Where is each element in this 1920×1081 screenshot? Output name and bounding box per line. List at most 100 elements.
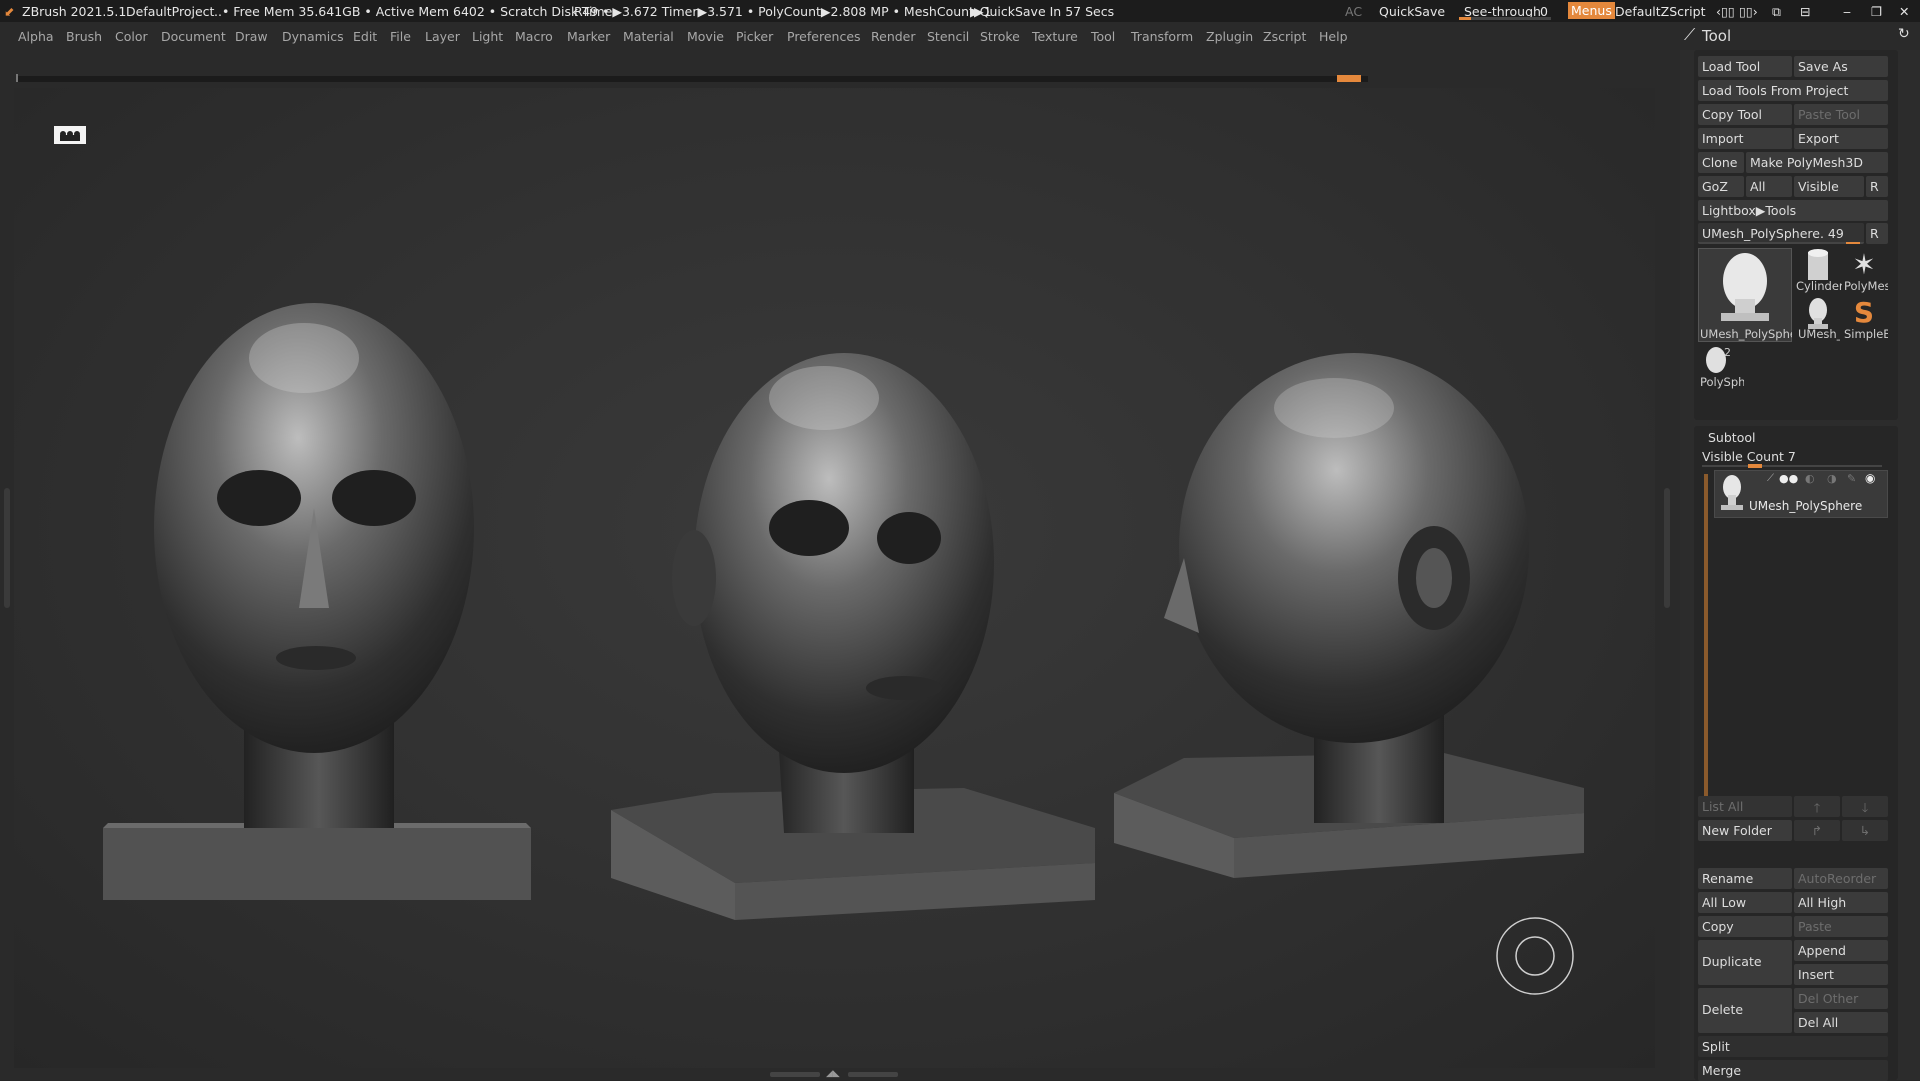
menu-movie[interactable]: Movie [687, 29, 724, 44]
minimize-icon[interactable]: ‒ [1843, 4, 1851, 19]
subtool-polypaint-icon[interactable]: ◑ [1827, 472, 1837, 485]
import-button[interactable]: Import [1698, 128, 1792, 149]
star-icon: ✶ [1852, 248, 1876, 281]
menu-document[interactable]: Document [161, 29, 226, 44]
script-name[interactable]: DefaultZScript [1615, 4, 1706, 19]
split-section[interactable]: Split [1698, 1036, 1888, 1057]
menu-color[interactable]: Color [115, 29, 148, 44]
subtool-scrollbar[interactable] [1704, 474, 1708, 804]
paste-tool-button[interactable]: Paste Tool [1794, 104, 1888, 125]
timeline-track[interactable] [16, 76, 1368, 82]
interface-icon[interactable]: ⊟ [1800, 4, 1810, 19]
load-tools-from-project-button[interactable]: Load Tools From Project [1698, 80, 1888, 101]
menu-macro[interactable]: Macro [515, 29, 553, 44]
menu-preferences[interactable]: Preferences [787, 29, 861, 44]
subtool-pen-icon[interactable]: ✎ [1847, 472, 1856, 485]
merge-section[interactable]: Merge [1698, 1060, 1888, 1081]
del-other-button[interactable]: Del Other [1794, 988, 1888, 1009]
load-tool-button[interactable]: Load Tool [1698, 56, 1792, 77]
menu-picker[interactable]: Picker [736, 29, 773, 44]
folder-up-icon[interactable]: ↱ [1794, 820, 1840, 841]
menu-draw[interactable]: Draw [235, 29, 268, 44]
clone-button[interactable]: Clone [1698, 152, 1744, 173]
polymesh-label: PolyMes [1844, 279, 1888, 293]
rotate-gizmo-icon[interactable] [1496, 917, 1574, 995]
move-up-icon[interactable]: 🡑 [1794, 796, 1840, 817]
rename-button[interactable]: Rename [1698, 868, 1792, 889]
paste-button[interactable]: Paste [1794, 916, 1888, 937]
window-layout-icon[interactable]: ⧉ [1772, 4, 1781, 20]
delete-button[interactable]: Delete [1698, 988, 1792, 1033]
subtool-item[interactable]: ⟋ ●● ◐ ◑ ✎ ◉ UMesh_PolySphere [1714, 470, 1888, 518]
goz-all-button[interactable]: All [1746, 176, 1792, 197]
menus-toggle[interactable]: Menus [1568, 2, 1615, 19]
subtool-mask-icon[interactable]: ◐ [1805, 472, 1815, 485]
timeline[interactable] [0, 50, 1680, 88]
seethrough-slider[interactable] [1459, 17, 1551, 20]
refresh-icon[interactable]: ↻ [1898, 26, 1910, 42]
insert-button[interactable]: Insert [1794, 964, 1888, 985]
menu-zplugin[interactable]: Zplugin [1206, 29, 1253, 44]
lightbox-tools-button[interactable]: Lightbox▶Tools [1698, 200, 1888, 221]
ac-toggle[interactable]: AC [1345, 4, 1362, 19]
menu-tool[interactable]: Tool [1091, 29, 1115, 44]
bottom-shelf[interactable]: ◢◣ [0, 1068, 1680, 1080]
list-all-button[interactable]: List All [1698, 796, 1792, 817]
copy-button[interactable]: Copy [1698, 916, 1792, 937]
menu-render[interactable]: Render [871, 29, 916, 44]
close-icon[interactable]: ✕ [1899, 4, 1909, 19]
menu-alpha[interactable]: Alpha [18, 29, 54, 44]
project-name[interactable]: DefaultProject [126, 4, 214, 19]
layout-next-icon[interactable]: ▯▯› [1739, 4, 1758, 19]
tool-r-button[interactable]: R [1866, 223, 1888, 244]
menu-zscript[interactable]: Zscript [1263, 29, 1306, 44]
menu-brush[interactable]: Brush [66, 29, 102, 44]
all-low-button[interactable]: All Low [1698, 892, 1792, 913]
goz-button[interactable]: GoZ [1698, 176, 1744, 197]
goz-r-button[interactable]: R [1866, 176, 1888, 197]
goz-visible-button[interactable]: Visible [1794, 176, 1864, 197]
subtool-eye-icon[interactable]: ◉ [1865, 471, 1875, 485]
right-shelf[interactable] [1655, 88, 1680, 1080]
menu-transform[interactable]: Transform [1131, 29, 1193, 44]
save-as-button[interactable]: Save As [1794, 56, 1888, 77]
menu-layer[interactable]: Layer [425, 29, 460, 44]
menu-help[interactable]: Help [1319, 29, 1348, 44]
expand-arrow-icon[interactable]: ◢◣ [826, 1069, 840, 1079]
autoreorder-button[interactable]: AutoReorder [1794, 868, 1888, 889]
append-button[interactable]: Append [1794, 940, 1888, 961]
menu-texture[interactable]: Texture [1032, 29, 1078, 44]
tool-pin-icon[interactable]: ⟋ [1684, 25, 1695, 45]
menu-edit[interactable]: Edit [353, 29, 377, 44]
menu-stencil[interactable]: Stencil [927, 29, 969, 44]
export-button[interactable]: Export [1794, 128, 1888, 149]
copy-tool-button[interactable]: Copy Tool [1698, 104, 1792, 125]
tool-panel-header[interactable]: ⟋ Tool ↻ [1680, 22, 1920, 50]
maximize-icon[interactable]: ❐ [1871, 4, 1882, 19]
duplicate-button[interactable]: Duplicate [1698, 940, 1792, 985]
subtool-brush-icon[interactable]: ⟋ [1767, 473, 1774, 484]
persp-nav-icon[interactable] [54, 126, 86, 144]
quicksave-button[interactable]: QuickSave [1379, 4, 1445, 19]
menu-file[interactable]: File [390, 29, 411, 44]
menu-dynamics[interactable]: Dynamics [282, 29, 344, 44]
del-all-button[interactable]: Del All [1794, 1012, 1888, 1033]
menu-marker[interactable]: Marker [567, 29, 610, 44]
subtool-title[interactable]: Subtool [1708, 430, 1755, 445]
canvas-viewport[interactable] [14, 88, 1655, 1068]
all-high-button[interactable]: All High [1794, 892, 1888, 913]
visible-count-slider[interactable] [1702, 464, 1882, 468]
subtool-dot-toggle-icon[interactable]: ●● [1779, 472, 1798, 485]
layout-prev-icon[interactable]: ‹▯▯ [1716, 4, 1735, 19]
left-shelf[interactable] [0, 88, 14, 1080]
new-folder-button[interactable]: New Folder [1698, 820, 1792, 841]
make-polymesh3d-button[interactable]: Make PolyMesh3D [1746, 152, 1888, 173]
current-tool-slider[interactable]: UMesh_PolySphere. 49 [1698, 223, 1864, 244]
menu-material[interactable]: Material [623, 29, 674, 44]
folder-down-icon[interactable]: ↳ [1842, 820, 1888, 841]
move-down-icon[interactable]: 🡓 [1842, 796, 1888, 817]
timeline-marker[interactable] [1337, 75, 1361, 82]
menu-light[interactable]: Light [472, 29, 503, 44]
visible-count-label[interactable]: Visible Count 7 [1702, 449, 1796, 464]
menu-stroke[interactable]: Stroke [980, 29, 1020, 44]
